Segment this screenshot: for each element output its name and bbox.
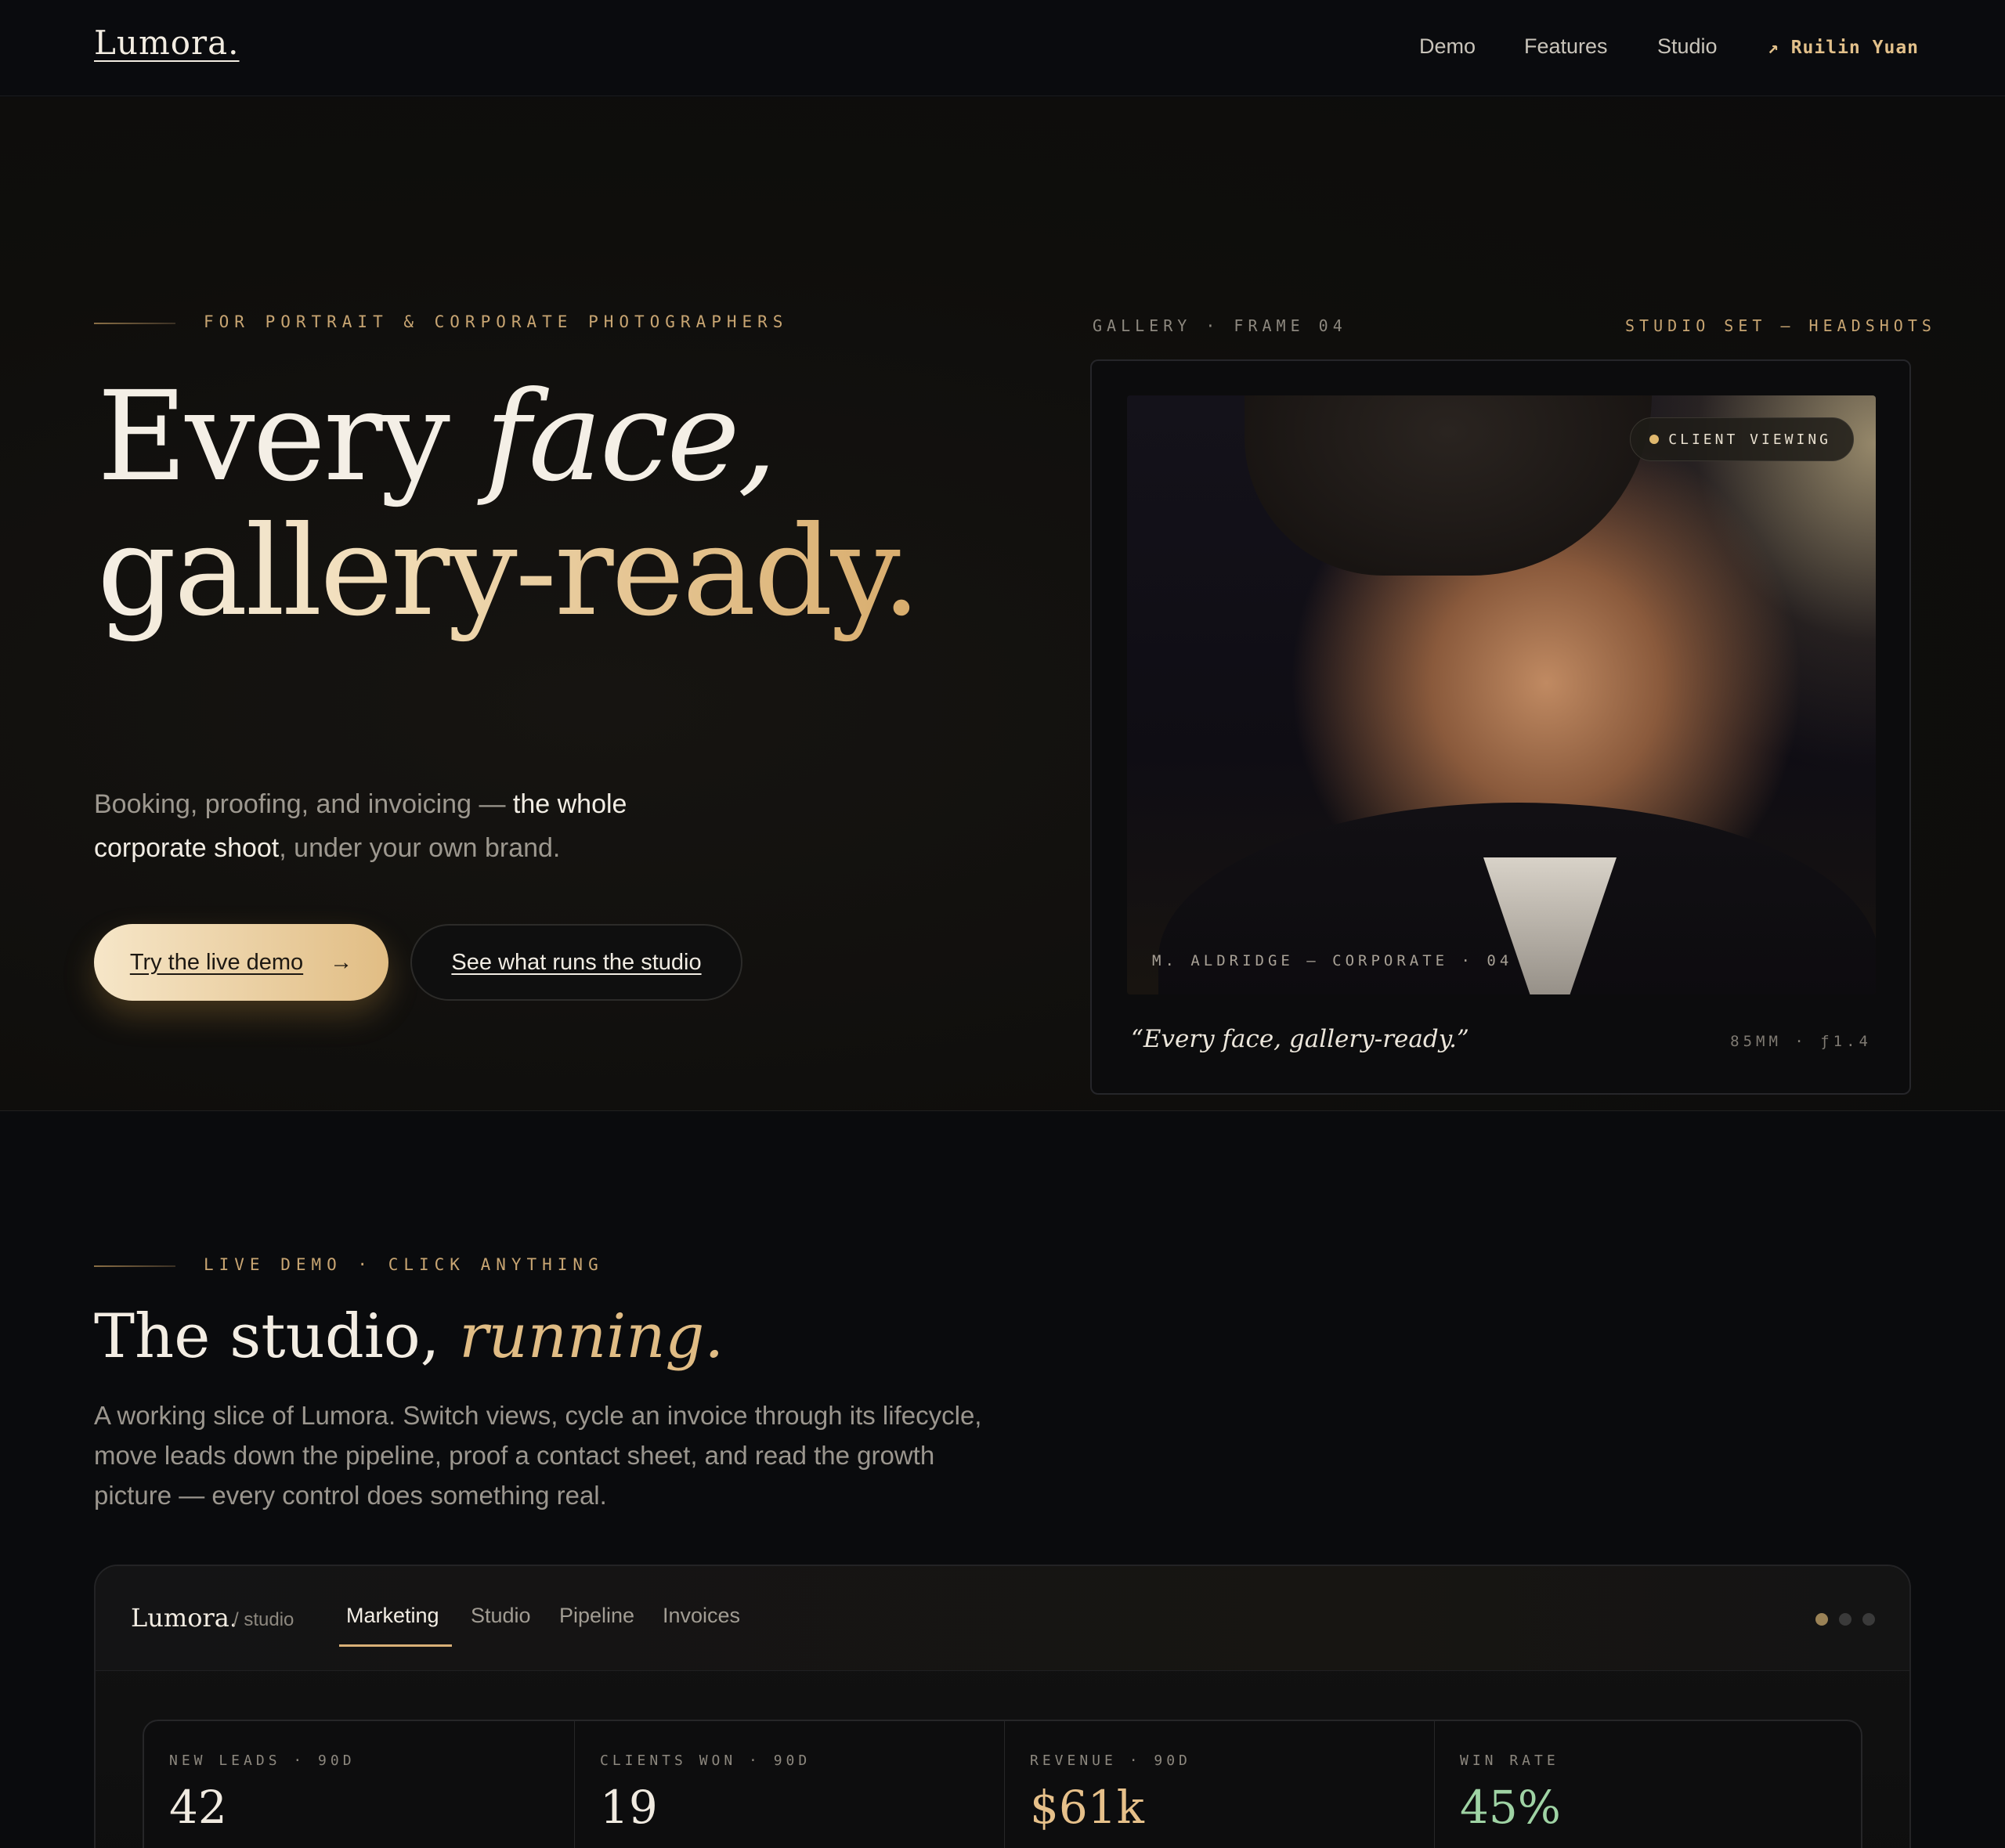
sub-part-1: Booking, proofing, and invoicing — [94,789,513,819]
stat-value: $61k [1030,1781,1144,1834]
demo-description: A working slice of Lumora. Switch views,… [94,1401,982,1510]
hero-kicker: FOR PORTRAIT & CORPORATE PHOTOGRAPHERS [204,312,789,331]
gallery-card[interactable]: CLIENT VIEWING M. ALDRIDGE — CORPORATE ·… [1090,359,1911,1095]
demo-kicker-line [94,1265,175,1267]
window-dot-icon [1839,1613,1851,1626]
studio-set-label: STUDIO SET — HEADSHOTS [1625,316,1936,335]
demo-title-text: The studio, [94,1301,460,1372]
active-tab-indicator [339,1644,452,1647]
demo-title-italic: running. [459,1301,724,1372]
window-dot-icon [1862,1613,1875,1626]
tab-marketing[interactable]: Marketing [346,1604,439,1628]
tab-invoices[interactable]: Invoices [663,1604,740,1628]
gallery-quote: “Every face, gallery-ready.” [1131,1025,1469,1053]
tab-studio[interactable]: Studio [471,1604,531,1628]
app-logo: Lumora. [131,1603,238,1633]
status-dot-icon [1649,435,1660,444]
stat-label: WIN RATE [1460,1752,1559,1769]
kicker-line [94,323,175,324]
stat-value: 45% [1460,1781,1561,1834]
nav-user-link[interactable]: ↗ Ruilin Yuan [1768,38,1919,58]
headline-italic: face, [485,365,777,509]
tab-pipeline[interactable]: Pipeline [559,1604,634,1628]
photo-hair-shape [1245,395,1652,576]
stat-clients-won[interactable]: CLIENTS WON · 90D 19 [574,1721,1004,1848]
badge-label: CLIENT VIEWING [1668,431,1831,448]
stat-label: REVENUE · 90D [1030,1752,1191,1769]
app-logo-sub: / studio [233,1609,294,1630]
nav-link-features[interactable]: Features [1524,34,1608,59]
demo-app-window: Lumora. / studio Marketing Studio Pipeli… [94,1565,1911,1848]
stat-revenue[interactable]: REVENUE · 90D $61k [1004,1721,1434,1848]
lens-info: 85MM · ƒ1.4 [1730,1033,1872,1050]
see-studio-button[interactable]: See what runs the studio [410,924,742,1001]
try-demo-label: Try the live demo [129,949,304,975]
client-viewing-badge: CLIENT VIEWING [1630,417,1854,461]
demo-kicker: LIVE DEMO · CLICK ANYTHING [204,1255,604,1274]
app-toolbar: Lumora. / studio Marketing Studio Pipeli… [96,1566,1909,1671]
stat-label: NEW LEADS · 90D [169,1752,356,1769]
stats-panel: NEW LEADS · 90D 42 CLIENTS WON · 90D 19 … [143,1720,1862,1848]
logo[interactable]: Lumora. [94,23,240,62]
try-demo-button[interactable]: Try the live demo → [94,924,388,1001]
hero-section: FOR PORTRAIT & CORPORATE PHOTOGRAPHERS E… [0,97,2005,1111]
sub-part-2: , under your own brand. [279,833,561,863]
stat-value: 19 [600,1781,658,1834]
arrow-right-icon: → [330,949,353,975]
headline-gold: gallery-ready. [97,500,921,644]
nav-link-demo[interactable]: Demo [1419,34,1476,59]
window-dot-icon [1815,1613,1828,1626]
stat-value: 42 [169,1781,227,1834]
headline-word: Every [97,365,486,509]
stat-label: CLIENTS WON · 90D [600,1752,811,1769]
top-nav: Lumora. Demo Features Studio ↗ Ruilin Yu… [0,0,2005,96]
gallery-label: GALLERY · FRAME 04 [1093,316,1347,335]
stat-win-rate[interactable]: WIN RATE 45% [1434,1721,1864,1848]
hero-headline: Every face, gallery-ready. [97,370,921,639]
nav-link-studio[interactable]: Studio [1657,34,1718,59]
stat-new-leads[interactable]: NEW LEADS · 90D 42 [144,1721,574,1848]
portrait-photo[interactable]: CLIENT VIEWING M. ALDRIDGE — CORPORATE ·… [1127,395,1876,994]
demo-title: The studio, running. [94,1301,724,1372]
hero-subtitle: Booking, proofing, and invoicing — the w… [94,782,689,870]
photo-caption: M. ALDRIDGE — CORPORATE · 04 [1152,952,1513,969]
